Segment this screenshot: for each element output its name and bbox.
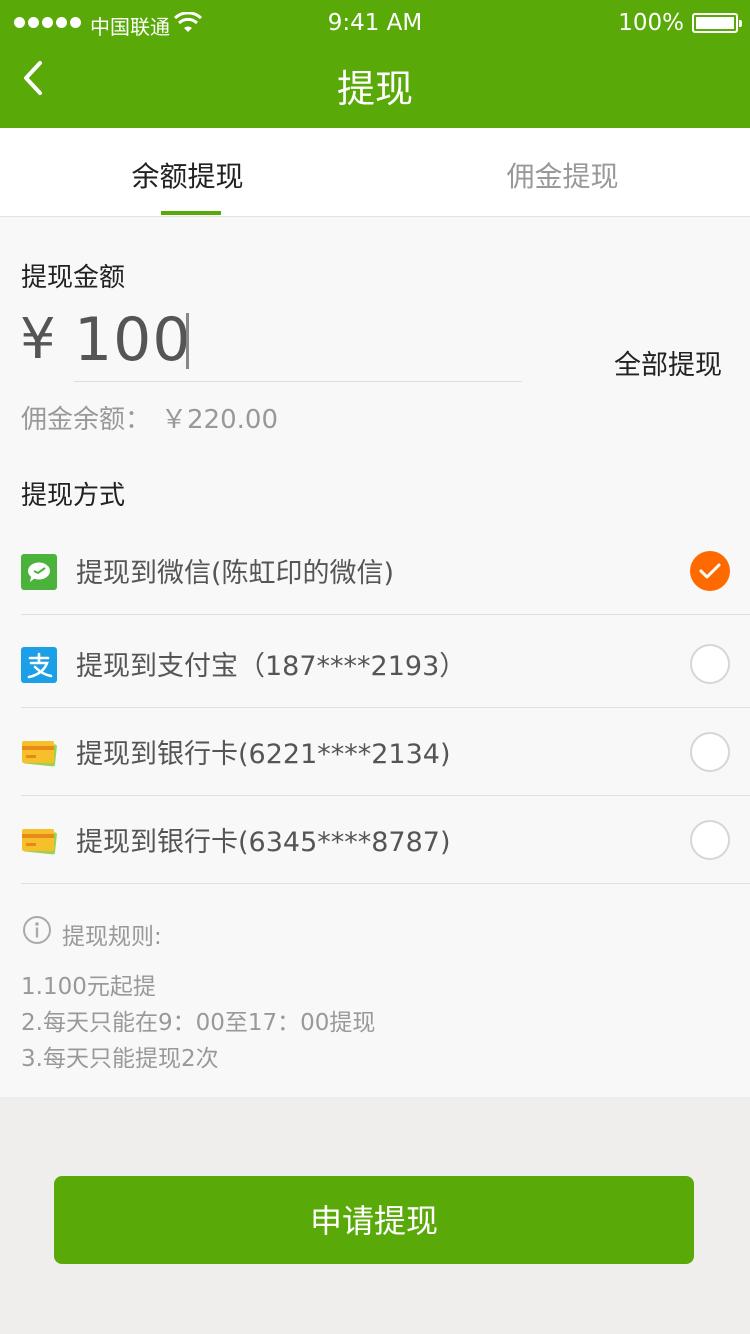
currency-symbol: ¥	[20, 307, 56, 372]
withdraw-all-button[interactable]: 全部提现	[614, 343, 722, 382]
tab-balance-withdraw[interactable]: 余额提现	[0, 128, 375, 216]
info-icon	[23, 916, 51, 944]
battery-percent: 100%	[618, 10, 684, 36]
status-bar: 中国联通 9:41 AM 100%	[0, 0, 750, 48]
method-row-bank-card-1[interactable]: 提现到银行卡(6221****2134)	[0, 708, 750, 796]
submit-withdraw-button[interactable]: 申请提现	[54, 1176, 694, 1264]
rule-item: 3.每天只能提现2次	[21, 1046, 219, 1072]
withdraw-form: 提现金额 ¥ 100 全部提现 佣金余额： ￥220.00 提现方式 提现到微信(…	[0, 217, 750, 1097]
radio-unchecked[interactable]	[690, 820, 730, 860]
row-divider	[21, 883, 750, 884]
balance-label: 佣金余额：	[21, 405, 152, 435]
amount-input-underline	[74, 381, 522, 382]
radio-unchecked[interactable]	[690, 732, 730, 772]
rules-title: 提现规则:	[62, 924, 162, 950]
method-label-alipay: 提现到支付宝（187****2193）	[76, 651, 467, 682]
tab-commission-withdraw[interactable]: 佣金提现	[375, 128, 750, 216]
text-cursor	[186, 313, 189, 369]
rule-item: 2.每天只能在9：00至17：00提现	[21, 1010, 376, 1036]
checkmark-icon	[699, 563, 721, 579]
app-header: 中国联通 9:41 AM 100% 提现	[0, 0, 750, 128]
balance-text: 佣金余额： ￥220.00	[21, 399, 278, 436]
method-label: 提现方式	[21, 481, 126, 511]
row-divider	[21, 614, 750, 615]
amount-label: 提现金额	[21, 263, 126, 293]
method-row-bank-card-2[interactable]: 提现到银行卡(6345****8787)	[0, 796, 750, 884]
balance-value: ￥220.00	[161, 405, 278, 435]
rule-item: 1.100元起提	[21, 974, 156, 1000]
method-label-bank-card-2: 提现到银行卡(6345****8787)	[76, 827, 451, 858]
active-tab-indicator	[161, 211, 221, 215]
method-label-bank-card-1: 提现到银行卡(6221****2134)	[76, 739, 451, 770]
battery-icon	[692, 13, 742, 33]
bank-card-icon	[22, 829, 57, 855]
method-label-wechat: 提现到微信(陈虹印的微信)	[76, 558, 395, 589]
page-title: 提现	[336, 67, 413, 111]
radio-checked[interactable]	[690, 551, 730, 591]
radio-unchecked[interactable]	[690, 644, 730, 684]
amount-input[interactable]: 100	[74, 305, 192, 375]
bank-card-icon	[22, 741, 57, 767]
tab-bar: 余额提现 佣金提现	[0, 128, 750, 217]
alipay-icon	[21, 647, 57, 683]
wechat-icon	[21, 554, 57, 590]
method-row-wechat[interactable]: 提现到微信(陈虹印的微信)	[0, 527, 750, 615]
method-row-alipay[interactable]: 提现到支付宝（187****2193）	[0, 620, 750, 708]
